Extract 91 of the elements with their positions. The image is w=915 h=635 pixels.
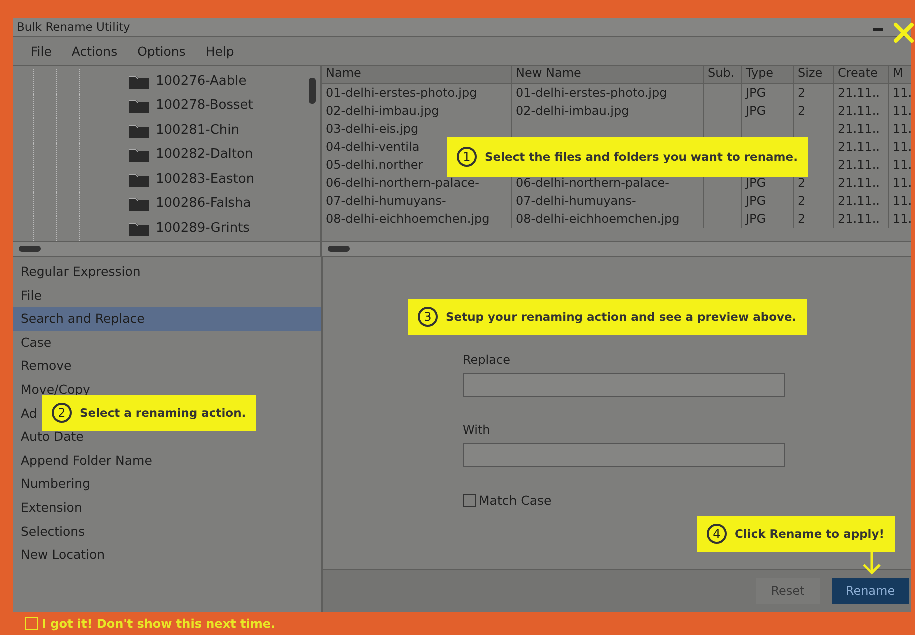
table-cell: 11. — [893, 176, 911, 190]
folder-name[interactable]: 100281-Chin — [156, 122, 240, 138]
input-field[interactable] — [463, 443, 785, 467]
checkbox-label: Match Case — [479, 493, 552, 508]
table-cell: 08-delhi-eichhoemchen.jpg — [326, 212, 490, 226]
table-cell: 01-delhi-erstes-photo.jpg — [326, 86, 478, 100]
table-cell: 01-delhi-erstes-photo.jpg — [516, 86, 668, 100]
rename-button[interactable]: Rename — [832, 578, 909, 604]
action-item[interactable]: File — [13, 284, 321, 308]
table-cell: 21.11.. — [838, 86, 880, 100]
table-cell: 21.11.. — [838, 194, 880, 208]
folder-name[interactable]: 100282-Dalton — [156, 147, 254, 162]
step-number: 3 — [418, 307, 438, 327]
menu-item[interactable]: Actions — [72, 44, 118, 58]
table-cell: 2 — [798, 212, 806, 226]
action-item[interactable]: Search and Replace — [13, 307, 321, 331]
table-cell: JPG — [746, 212, 766, 226]
column-header[interactable]: New Name — [512, 66, 704, 83]
folder-icon — [128, 146, 150, 164]
table-cell: 11. — [893, 122, 911, 136]
window-title: Bulk Rename Utility — [17, 20, 130, 34]
table-cell: 11. — [893, 194, 911, 208]
table-cell: 02-delhi-imbau.jpg — [326, 104, 440, 118]
checkbox[interactable] — [463, 494, 476, 507]
field-label: With — [463, 423, 492, 437]
action-item[interactable]: Selections — [13, 520, 321, 544]
step-number: 4 — [707, 524, 727, 544]
menu-item[interactable]: File — [31, 44, 52, 58]
table-cell: 2 — [798, 194, 806, 208]
menu-item[interactable]: Options — [138, 44, 186, 58]
folder-name[interactable]: 100283-Easton — [156, 172, 255, 187]
column-header[interactable]: Sub. — [704, 66, 742, 83]
table-cell: 04-delhi-ventila — [326, 140, 420, 154]
step-number: 2 — [52, 403, 72, 423]
folder-name[interactable]: 100289-Grints — [156, 220, 250, 236]
table-cell: JPG — [746, 176, 766, 190]
table-cell: 21.11.. — [838, 176, 880, 190]
close-icon[interactable] — [893, 22, 915, 44]
column-header[interactable]: Type — [742, 66, 794, 83]
step-number: 1 — [457, 147, 477, 167]
table-cell: 21.11.. — [838, 212, 880, 226]
table-cell: 21.11.. — [838, 122, 880, 136]
tip-text: Click Rename to apply! — [735, 527, 884, 541]
action-item[interactable]: Remove — [13, 354, 321, 378]
table-cell: JPG — [746, 86, 766, 100]
table-cell: 05-delhi.norther — [326, 158, 424, 172]
table-cell: 2 — [798, 104, 806, 118]
action-item[interactable]: Append Folder Name — [13, 448, 321, 472]
column-header[interactable]: M — [889, 66, 911, 83]
action-item[interactable]: Extension — [13, 496, 321, 520]
table-cell: 2 — [798, 176, 806, 190]
action-item[interactable]: Case — [13, 330, 321, 354]
column-header[interactable]: Name — [322, 66, 512, 83]
folder-name[interactable]: 100286-Falsha — [156, 196, 252, 212]
table-cell: 21.11.. — [838, 140, 880, 154]
table-cell: 11. — [893, 104, 911, 118]
table-cell: 11. — [893, 158, 911, 172]
table-cell: 21.11.. — [838, 158, 880, 172]
folder-icon — [128, 97, 150, 114]
action-item[interactable]: New Location — [13, 543, 321, 567]
table-cell: 07-delhi-humuyans- — [516, 194, 636, 208]
tip-text: Setup your renaming action and see a preview above. — [446, 310, 797, 324]
menu-item[interactable]: Help — [206, 44, 234, 58]
column-header[interactable]: Size — [794, 66, 834, 83]
table-cell: 06-delhi-northern-palace- — [326, 176, 480, 190]
column-header[interactable]: Create — [834, 66, 889, 83]
horizontal-scrollbar[interactable] — [13, 241, 320, 256]
minimize-icon[interactable] — [873, 28, 883, 32]
table-cell: JPG — [746, 104, 766, 118]
table-cell: 02-delhi-imbau.jpg — [516, 104, 630, 118]
table-cell: JPG — [746, 194, 766, 208]
action-item[interactable]: Regular Expression — [13, 260, 321, 284]
table-cell: 11. — [893, 140, 911, 154]
table-cell: 06-delhi-northern-palace- — [516, 176, 670, 190]
folder-name[interactable]: 100276-Aable — [156, 74, 247, 89]
dont-show-label: I got it! Don't show this next time. — [42, 616, 276, 630]
table-cell: 03-delhi-eis.jpg — [326, 122, 419, 136]
action-item[interactable]: Numbering — [13, 472, 321, 496]
field-label: Replace — [463, 353, 512, 367]
horizontal-scrollbar[interactable] — [322, 241, 911, 256]
tip-text: Select the files and folders you want to rename. — [485, 150, 798, 164]
folder-name[interactable]: 100278-Bosset — [156, 98, 254, 114]
tip-text: Select a renaming action. — [80, 406, 246, 420]
table-cell: 11. — [893, 86, 911, 100]
input-field[interactable] — [463, 373, 785, 397]
table-cell: 2 — [798, 86, 806, 100]
table-cell: 11. — [893, 212, 911, 226]
table-cell: 21.11.. — [838, 104, 880, 118]
table-cell: 07-delhi-humuyans- — [326, 194, 446, 208]
folder-icon — [128, 195, 150, 212]
table-cell: 08-delhi-eichhoemchen.jpg — [516, 212, 680, 226]
